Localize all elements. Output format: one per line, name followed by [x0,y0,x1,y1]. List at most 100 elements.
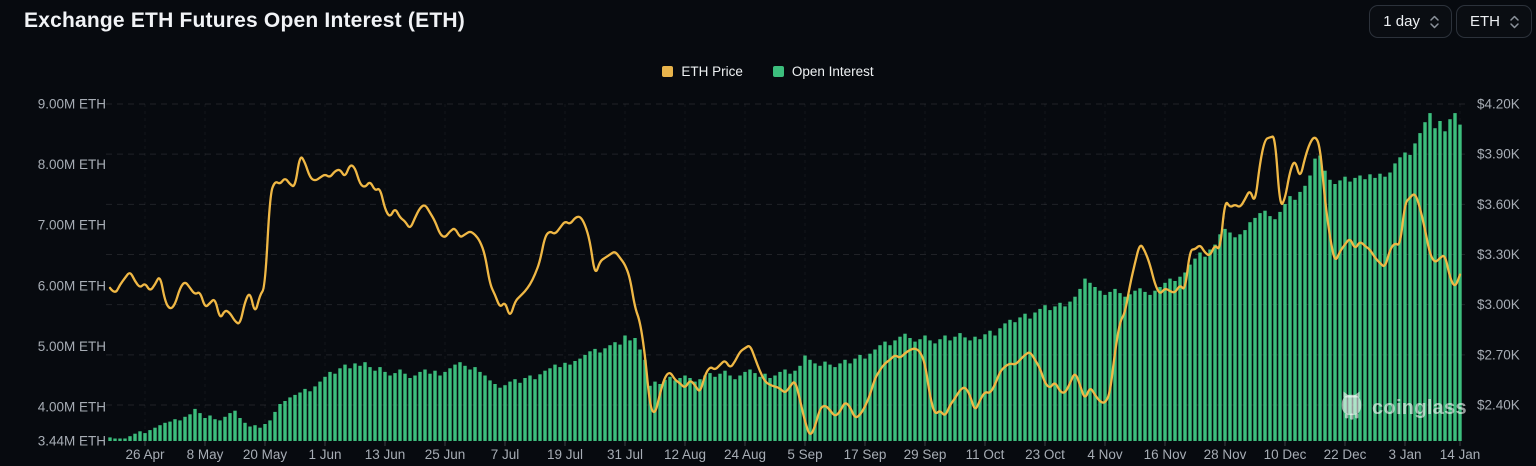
oi-bar [1213,244,1217,441]
oi-bar [408,378,412,441]
oi-bar [848,363,852,441]
oi-bar [958,333,962,441]
oi-bar [1273,219,1277,441]
svg-text:12 Aug: 12 Aug [664,447,706,462]
svg-text:25 Jun: 25 Jun [425,447,466,462]
svg-text:5.00M ETH: 5.00M ETH [38,339,106,354]
oi-bar [828,364,832,441]
oi-bar [268,420,272,441]
svg-text:22 Dec: 22 Dec [1324,447,1367,462]
oi-bar [248,426,252,441]
oi-bar [548,368,552,441]
oi-bar [243,422,247,441]
oi-bar [1133,290,1137,441]
oi-bar [458,362,462,441]
oi-bar [978,339,982,441]
oi-bar [283,401,287,441]
oi-bar [948,340,952,441]
svg-text:$4.20K: $4.20K [1477,97,1520,112]
oi-bar [288,397,292,441]
oi-bar [1378,173,1382,441]
oi-bar [523,378,527,441]
oi-bar [573,361,577,441]
oi-bar [208,415,212,441]
oi-bar [1218,234,1222,441]
oi-bar [1453,113,1457,441]
oi-futures-chart[interactable]: 9.00M ETH 8.00M ETH 7.00M ETH 6.00M ETH 5.00… [0,0,1536,466]
oi-bar [933,343,937,441]
oi-bar [363,362,367,441]
svg-text:16 Nov: 16 Nov [1144,447,1187,462]
oi-bar [678,378,682,441]
oi-bar [298,392,302,441]
oi-bar [1443,131,1447,442]
right-axis-labels: $4.20K $3.90K $3.60K $3.30K $3.00K $2.70K $2.4… [1477,97,1520,413]
oi-bar [968,340,972,441]
oi-bar [973,336,977,441]
oi-bar [988,330,992,441]
oi-bar [923,335,927,441]
svg-text:17 Sep: 17 Sep [844,447,887,462]
oi-bar [693,381,697,441]
oi-bar [1103,294,1107,441]
oi-bar [558,367,562,441]
oi-bar [1283,204,1287,441]
oi-bar [1233,237,1237,441]
oi-bar [593,348,597,441]
oi-bar [1298,191,1302,441]
oi-bar [1158,287,1162,441]
svg-text:$3.60K: $3.60K [1477,197,1520,212]
oi-bar [493,384,497,441]
oi-bar [608,345,612,441]
oi-bar [253,425,257,441]
oi-bar [1413,143,1417,441]
oi-bar [418,371,422,441]
oi-bar [353,363,357,441]
oi-bar [273,411,277,441]
oi-bar [538,374,542,441]
svg-text:7.00M ETH: 7.00M ETH [38,218,106,233]
oi-bar [588,351,592,441]
oi-bar [718,373,722,441]
oi-bar [863,358,867,441]
oi-bar [618,344,622,441]
oi-bar [388,375,392,441]
oi-bar [148,430,152,441]
oi-bar [1353,177,1357,441]
oi-bar [583,354,587,441]
oi-bar [853,358,857,441]
oi-bar [1243,230,1247,441]
oi-bar [1388,172,1392,441]
oi-bar [448,368,452,441]
oi-bar [1373,177,1377,441]
oi-bar [178,420,182,441]
oi-bar [833,367,837,441]
oi-bar [1313,158,1317,441]
oi-bar [1023,313,1027,441]
svg-text:5 Sep: 5 Sep [787,447,822,462]
svg-text:24 Aug: 24 Aug [724,447,766,462]
oi-bar [183,416,187,441]
oi-bar [1073,296,1077,441]
oi-bar [843,359,847,441]
oi-bar [338,368,342,441]
oi-bar [1258,213,1262,441]
oi-bar [1208,249,1212,441]
oi-bar [553,364,557,441]
oi-bar [468,369,472,441]
oi-bar [423,369,427,441]
oi-bar [1148,294,1152,441]
oi-bar [938,339,942,441]
oi-bar [1288,196,1292,441]
svg-text:19 Jul: 19 Jul [547,447,583,462]
oi-bar [913,341,917,441]
oi-bar [883,341,887,441]
oi-bar [163,422,167,441]
oi-bar [1153,290,1157,441]
oi-bar [1078,288,1082,441]
svg-text:$3.90K: $3.90K [1477,147,1520,162]
oi-bar [1183,272,1187,441]
oi-bar [168,421,172,441]
oi-bar [1358,175,1362,441]
oi-bar [1418,133,1422,441]
